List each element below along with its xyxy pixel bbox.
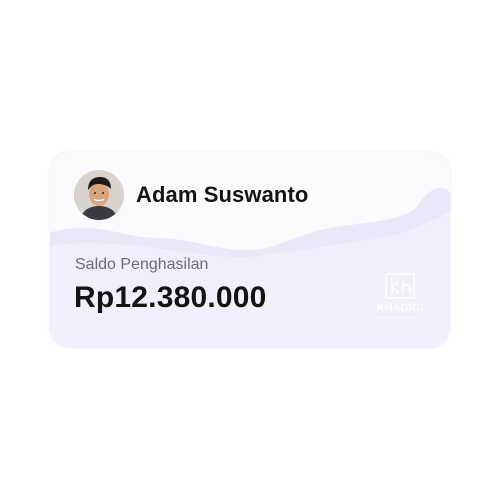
user-avatar-icon — [74, 170, 124, 220]
khadigi-logo-watermark: KHADIGI BIKIN MU BERGENG — [377, 273, 423, 320]
watermark-tagline: BIKIN MU BERGENG — [378, 315, 422, 320]
earnings-card[interactable]: Adam Suswanto Saldo Penghasilan Rp12.380… — [50, 152, 450, 348]
balance-amount: Rp12.380.000 — [74, 281, 267, 314]
profile-header: Adam Suswanto — [74, 170, 308, 220]
balance-label: Saldo Penghasilan — [75, 256, 209, 273]
avatar[interactable] — [74, 170, 124, 220]
user-name: Adam Suswanto — [136, 182, 309, 207]
watermark-brand: KHADIGI — [377, 302, 423, 314]
page: Adam Suswanto Saldo Penghasilan Rp12.380… — [0, 0, 500, 500]
